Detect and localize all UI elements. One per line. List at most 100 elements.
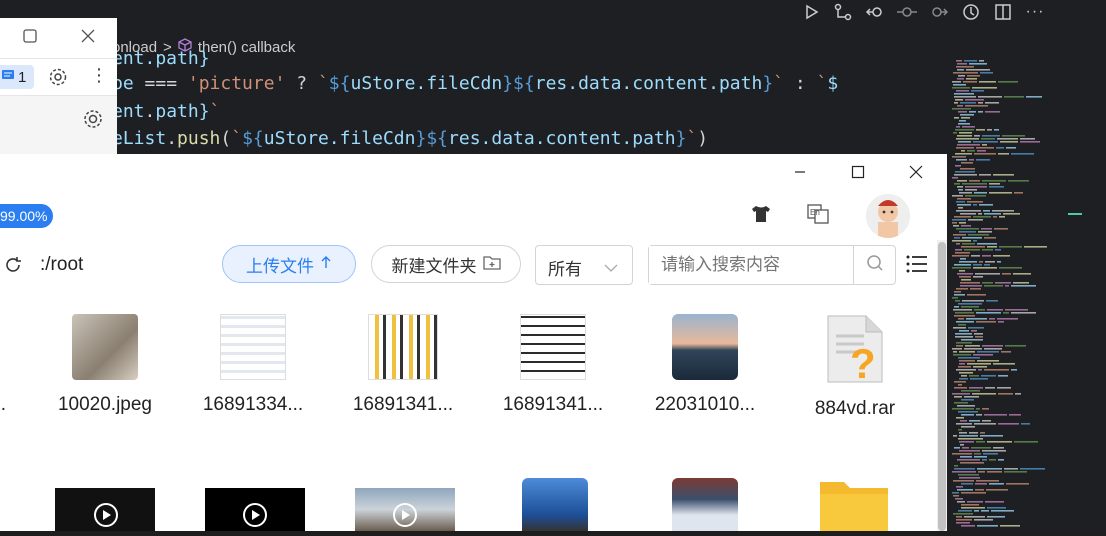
minimap-line	[978, 213, 982, 215]
minimap-line	[962, 237, 982, 239]
minimap-line	[975, 489, 984, 491]
tshirt-icon[interactable]	[750, 204, 772, 229]
minimap-line	[967, 363, 991, 365]
gear-icon[interactable]	[48, 67, 68, 92]
code-token: 'picture'	[187, 73, 286, 94]
minimap-line	[956, 66, 974, 68]
video-thumbnail[interactable]	[205, 488, 305, 531]
file-name: 10020.jpeg	[57, 394, 153, 415]
minimap-line	[1014, 192, 1023, 194]
close-icon[interactable]	[887, 154, 945, 190]
source-control-graph-icon[interactable]	[832, 1, 854, 23]
minimap-line	[971, 255, 980, 257]
minimap[interactable]	[948, 58, 1070, 531]
close-icon[interactable]	[80, 28, 96, 49]
minimap-line	[967, 201, 983, 203]
minimap-line	[999, 216, 1005, 218]
avatar[interactable]	[866, 194, 910, 238]
minimap-line	[993, 363, 1015, 365]
timeline-icon[interactable]	[960, 1, 982, 23]
minimap-line	[969, 432, 978, 434]
minimap-line	[975, 336, 983, 338]
scroll-marker	[1068, 213, 1082, 215]
minimap-line	[1011, 153, 1034, 155]
folder-icon[interactable]	[818, 476, 890, 531]
code-token: eList	[112, 128, 167, 149]
minimap-line	[969, 159, 974, 161]
upload-file-button[interactable]: 上传文件	[222, 245, 356, 283]
search-button[interactable]	[853, 246, 895, 284]
editor-scrollbar[interactable]	[1070, 0, 1106, 531]
minimap-line	[958, 438, 983, 440]
minimap-line	[960, 444, 964, 446]
more-icon[interactable]: ···	[1024, 1, 1046, 23]
minimap-line	[986, 300, 998, 302]
maximize-icon[interactable]	[829, 154, 887, 190]
image-thumbnail[interactable]	[672, 478, 738, 531]
breadcrumb-current[interactable]: then() callback	[198, 39, 296, 56]
video-thumbnail[interactable]	[55, 488, 155, 531]
minimap-line	[960, 456, 972, 458]
minimap-line	[961, 162, 973, 164]
search-icon	[866, 254, 884, 277]
video-thumbnail[interactable]	[355, 488, 455, 531]
go-forward-icon[interactable]	[928, 1, 950, 23]
minimap-line	[996, 147, 1004, 149]
file-item[interactable]: 16891341...	[328, 314, 478, 416]
file-item[interactable]: ? 884vd.rar	[780, 314, 930, 420]
file-item[interactable]: 22031010...	[630, 314, 780, 416]
image-thumbnail	[368, 314, 438, 380]
unknown-file-icon: ?	[820, 314, 890, 387]
minimap-line	[982, 144, 987, 146]
minimap-line	[1020, 468, 1045, 470]
minimap-line	[958, 75, 965, 77]
scrollbar-thumb[interactable]	[938, 242, 946, 531]
maximize-icon[interactable]	[22, 28, 38, 49]
run-icon[interactable]	[800, 1, 822, 23]
minimap-line	[976, 480, 999, 482]
minimap-line	[954, 237, 960, 239]
filter-select[interactable]: 所有	[535, 245, 633, 285]
minimap-line	[959, 477, 980, 479]
image-thumbnail	[520, 314, 586, 380]
kebab-menu-icon[interactable]: ⋮	[90, 65, 108, 85]
list-view-icon[interactable]	[906, 254, 928, 279]
new-folder-button[interactable]: 新建文件夹	[371, 245, 521, 283]
notification-badge[interactable]: 1	[0, 65, 34, 89]
minimap-line	[957, 204, 971, 206]
minimap-line	[977, 243, 997, 245]
minimize-icon[interactable]	[771, 154, 829, 190]
minimap-line	[969, 111, 976, 113]
minimap-line	[1000, 525, 1020, 527]
file-item[interactable]: 16891341...	[478, 314, 628, 416]
minimap-line	[955, 252, 970, 254]
translate-icon[interactable]: En	[807, 204, 829, 229]
minimap-line	[960, 258, 966, 260]
minimap-line	[1005, 285, 1009, 287]
minimap-line	[962, 300, 984, 302]
code-token: `	[317, 73, 329, 94]
image-thumbnail[interactable]	[522, 478, 588, 531]
settings-gear-icon[interactable]	[82, 108, 104, 135]
refresh-icon[interactable]	[4, 256, 22, 279]
file-item[interactable]: 10020.jpeg	[30, 314, 180, 416]
code-token: `	[773, 73, 784, 94]
minimap-line	[958, 318, 964, 320]
search-input[interactable]	[649, 246, 853, 284]
go-back-icon[interactable]	[864, 1, 886, 23]
minimap-line	[976, 312, 1001, 314]
minimap-line	[953, 225, 959, 227]
split-editor-icon[interactable]	[992, 1, 1014, 23]
minimap-line	[956, 369, 976, 371]
go-commit-icon[interactable]	[896, 1, 918, 23]
minimap-line	[982, 408, 989, 410]
minimap-line	[971, 330, 977, 332]
minimap-line	[953, 132, 957, 134]
minimap-line	[958, 303, 982, 305]
minimap-line	[979, 81, 996, 83]
minimap-line	[973, 204, 977, 206]
minimap-line	[974, 519, 993, 521]
minimap-line	[962, 183, 987, 185]
file-item[interactable]: 16891334...	[178, 314, 328, 416]
minimap-line	[952, 222, 957, 224]
